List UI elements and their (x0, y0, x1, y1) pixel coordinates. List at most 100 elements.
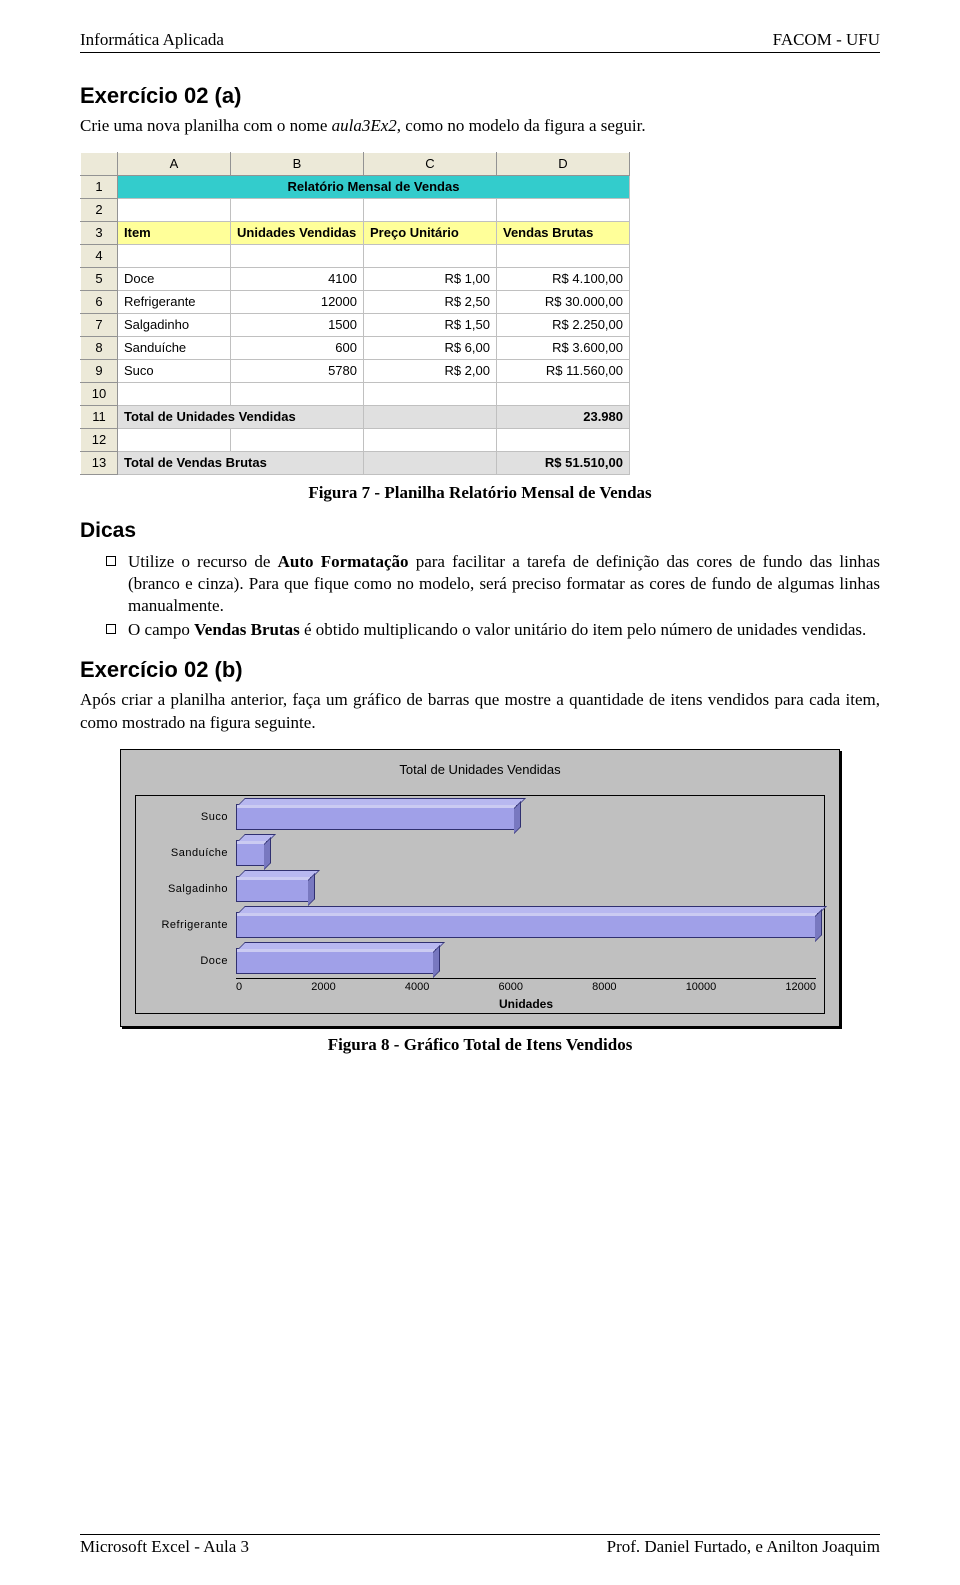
chart-x-ticks: 020004000600080001000012000 (236, 978, 816, 993)
chart-category-label: Refrigerante (136, 919, 236, 931)
header-right: FACOM - UFU (773, 30, 880, 50)
cell-gross: R$ 2.250,00 (497, 313, 630, 336)
row-header: 1 (81, 175, 118, 198)
cell-item: Salgadinho (118, 313, 231, 336)
chart-bar (236, 948, 436, 974)
intro-text-a: Crie uma nova planilha com o nome (80, 116, 332, 135)
total-units-label: Total de Unidades Vendidas (118, 405, 364, 428)
sheet-title: Relatório Mensal de Vendas (118, 175, 630, 198)
tip-item: O campo Vendas Brutas é obtido multiplic… (106, 619, 880, 641)
blank (364, 405, 497, 428)
sheet-corner (81, 152, 118, 175)
sheet-col-header: Preço Unitário (364, 221, 497, 244)
cell-price: R$ 2,50 (364, 290, 497, 313)
dicas-title: Dicas (80, 519, 880, 543)
figure-7-caption: Figura 7 - Planilha Relatório Mensal de … (80, 483, 880, 503)
cell-price: R$ 2,00 (364, 359, 497, 382)
chart-bar-track (236, 840, 816, 866)
total-gross-label: Total de Vendas Brutas (118, 451, 364, 474)
chart-plot-area: SucoSanduícheSalgadinhoRefrigeranteDoce … (135, 795, 825, 1014)
tip-item: Utilize o recurso de Auto Formatação par… (106, 551, 880, 617)
row-header: 7 (81, 313, 118, 336)
row-header: 3 (81, 221, 118, 244)
intro-text-b: , como no modelo da figura a seguir. (397, 116, 646, 135)
chart-x-label: Unidades (236, 997, 816, 1011)
cell-units: 12000 (231, 290, 364, 313)
exercise-02b-title: Exercício 02 (b) (80, 657, 880, 683)
tip-text: Utilize o recurso de (128, 552, 278, 571)
chart-bar (236, 912, 818, 938)
cell-gross: R$ 4.100,00 (497, 267, 630, 290)
total-gross-value: R$ 51.510,00 (497, 451, 630, 474)
row-header: 5 (81, 267, 118, 290)
cell-item: Sanduíche (118, 336, 231, 359)
footer-left: Microsoft Excel - Aula 3 (80, 1537, 249, 1557)
tip-bold: Vendas Brutas (194, 620, 300, 639)
intro-filename: aula3Ex2 (332, 116, 397, 135)
row-header: 8 (81, 336, 118, 359)
chart-tick: 8000 (592, 981, 616, 993)
chart-bar-track (236, 948, 816, 974)
chart-tick: 0 (236, 981, 242, 993)
tip-text: O campo (128, 620, 194, 639)
blank (364, 451, 497, 474)
row-header: 4 (81, 244, 118, 267)
col-header: D (497, 152, 630, 175)
row-header: 6 (81, 290, 118, 313)
chart-title: Total de Unidades Vendidas (135, 762, 825, 777)
chart-bar-track (236, 912, 816, 938)
col-header: B (231, 152, 364, 175)
chart-category-label: Sanduíche (136, 847, 236, 859)
row-header: 2 (81, 198, 118, 221)
cell-price: R$ 1,50 (364, 313, 497, 336)
spreadsheet-figure: A B C D 1 Relatório Mensal de Vendas 2 3… (80, 152, 880, 475)
chart-tick: 10000 (686, 981, 717, 993)
chart-category-label: Doce (136, 955, 236, 967)
sheet-col-header: Vendas Brutas (497, 221, 630, 244)
chart-tick: 6000 (498, 981, 522, 993)
chart-tick: 12000 (785, 981, 816, 993)
tips-list: Utilize o recurso de Auto Formatação par… (80, 551, 880, 641)
row-header: 12 (81, 428, 118, 451)
chart-bar (236, 840, 267, 866)
tip-text: é obtido multiplicando o valor unitário … (300, 620, 867, 639)
row-header: 11 (81, 405, 118, 428)
running-header: Informática Aplicada FACOM - UFU (80, 30, 880, 50)
row-header: 10 (81, 382, 118, 405)
chart-bar (236, 876, 311, 902)
sheet-col-header: Unidades Vendidas (231, 221, 364, 244)
cell-gross: R$ 30.000,00 (497, 290, 630, 313)
col-header: A (118, 152, 231, 175)
chart-bar-track (236, 804, 816, 830)
cell-units: 600 (231, 336, 364, 359)
cell-price: R$ 1,00 (364, 267, 497, 290)
cell-item: Doce (118, 267, 231, 290)
figure-8-caption: Figura 8 - Gráfico Total de Itens Vendid… (80, 1035, 880, 1055)
chart-category-label: Salgadinho (136, 883, 236, 895)
running-footer: Microsoft Excel - Aula 3 Prof. Daniel Fu… (80, 1534, 880, 1557)
cell-gross: R$ 3.600,00 (497, 336, 630, 359)
chart-bar (236, 804, 517, 830)
cell-item: Refrigerante (118, 290, 231, 313)
cell-units: 5780 (231, 359, 364, 382)
total-units-value: 23.980 (497, 405, 630, 428)
footer-rule (80, 1534, 880, 1535)
exercise-02a-title: Exercício 02 (a) (80, 83, 880, 109)
chart-tick: 4000 (405, 981, 429, 993)
cell-price: R$ 6,00 (364, 336, 497, 359)
cell-item: Suco (118, 359, 231, 382)
tip-bold: Auto Formatação (278, 552, 409, 571)
row-header: 9 (81, 359, 118, 382)
cell-units: 4100 (231, 267, 364, 290)
row-header: 13 (81, 451, 118, 474)
footer-right: Prof. Daniel Furtado, e Anilton Joaquim (607, 1537, 880, 1557)
page: Informática Aplicada FACOM - UFU Exercíc… (0, 0, 960, 1585)
chart-panel: Total de Unidades Vendidas Suco Sanduíche… (120, 749, 840, 1027)
chart-category-label: Suco (136, 811, 236, 823)
cell-units: 1500 (231, 313, 364, 336)
header-rule (80, 52, 880, 53)
cell-gross: R$ 11.560,00 (497, 359, 630, 382)
spreadsheet: A B C D 1 Relatório Mensal de Vendas 2 3… (80, 152, 630, 475)
exercise-02a-intro: Crie uma nova planilha com o nome aula3E… (80, 115, 880, 138)
exercise-02b-para: Após criar a planilha anterior, faça um … (80, 689, 880, 735)
